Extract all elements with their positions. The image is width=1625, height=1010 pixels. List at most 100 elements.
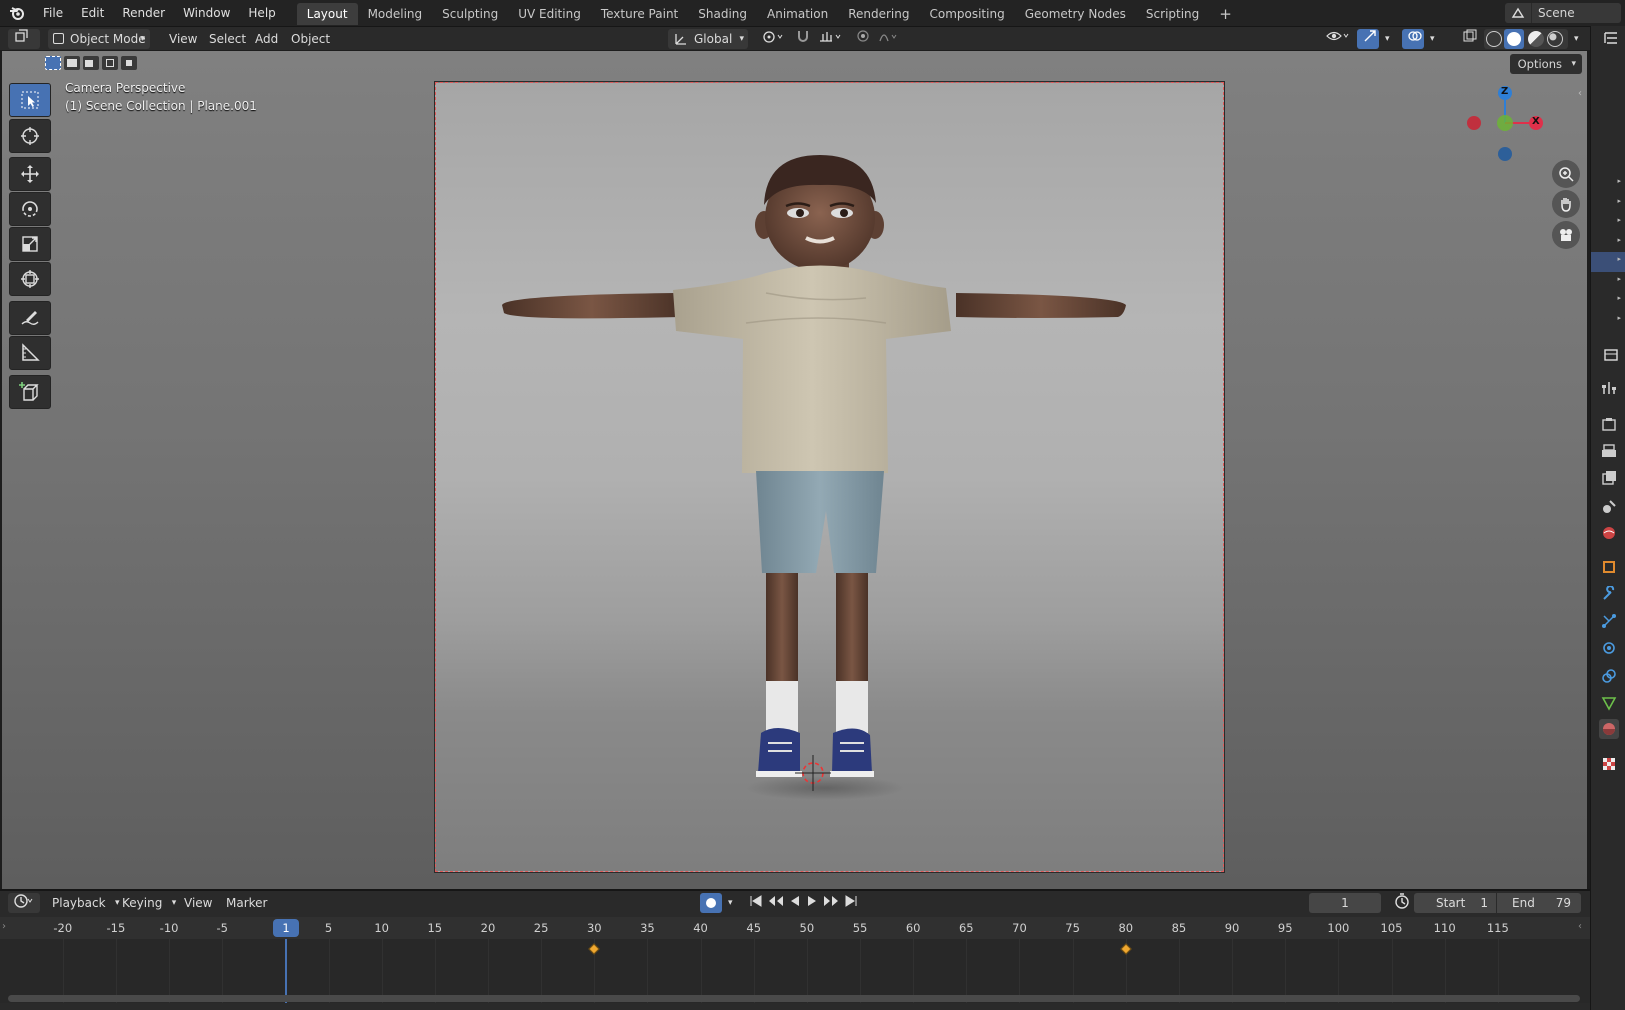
select-extend-icon[interactable]	[64, 56, 80, 70]
play-icon[interactable]	[806, 893, 818, 913]
scene-properties-icon[interactable]	[1599, 496, 1619, 516]
visibility-eye-icon[interactable]	[1320, 29, 1350, 49]
menu-add[interactable]: Add	[249, 29, 284, 49]
current-frame-field[interactable]: 1	[1309, 893, 1381, 913]
sidebar-toggle-icon[interactable]: ‹	[1578, 88, 1582, 99]
editor-type-icon[interactable]	[8, 29, 40, 49]
chevron-down-icon[interactable]: ▾	[1424, 29, 1438, 49]
tab-scripting[interactable]: Scripting	[1136, 3, 1209, 25]
pivot-point-icon[interactable]	[756, 29, 786, 49]
tab-sculpting[interactable]: Sculpting	[432, 3, 508, 25]
tab-compositing[interactable]: Compositing	[919, 3, 1014, 25]
keyframe-diamond[interactable]	[1120, 943, 1132, 955]
modifier-wrench-icon[interactable]	[1599, 584, 1619, 604]
annotate-tool[interactable]	[9, 301, 51, 335]
object-mode-dropdown[interactable]: Object Mode ▾	[48, 29, 150, 49]
snap-target-icon[interactable]	[812, 29, 846, 49]
chevron-down-icon[interactable]: ▾	[722, 893, 738, 913]
playhead-marker[interactable]: 1	[273, 919, 299, 937]
tab-geometry-nodes[interactable]: Geometry Nodes	[1015, 3, 1136, 25]
transform-tool[interactable]	[9, 262, 51, 296]
cursor-tool[interactable]	[9, 119, 51, 153]
outliner-editor-icon[interactable]	[1601, 28, 1621, 48]
view-layer-icon[interactable]	[1599, 468, 1619, 488]
tab-layout[interactable]: Layout	[296, 3, 358, 25]
chevron-down-icon[interactable]: ▾	[1568, 29, 1582, 49]
tab-animation[interactable]: Animation	[757, 3, 838, 25]
falloff-curve-icon[interactable]	[872, 29, 902, 49]
navigation-gizmo[interactable]: Z X	[1454, 81, 1554, 171]
select-invert-icon[interactable]	[102, 56, 118, 70]
wireframe-shading-icon[interactable]	[1486, 31, 1502, 47]
timeline-track-area[interactable]	[0, 939, 1590, 1003]
play-reverse-icon[interactable]	[789, 893, 801, 913]
menu-edit[interactable]: Edit	[72, 0, 113, 26]
tab-uv-editing[interactable]: UV Editing	[508, 3, 591, 25]
3d-viewport[interactable]: Options ▾ Camera Perspective (1) Scene C…	[2, 51, 1587, 889]
add-cube-tool[interactable]	[9, 375, 51, 409]
timeline-menu-view[interactable]: View	[178, 893, 218, 913]
playback-menu[interactable]: Playback ▾	[46, 893, 124, 913]
menu-file[interactable]: File	[34, 0, 72, 26]
particles-icon[interactable]	[1599, 611, 1619, 631]
outliner-expand-arrows[interactable]: ▸ ▸ ▸ ▸ ▸ ▸ ▸ ▸	[1617, 172, 1621, 328]
menu-help[interactable]: Help	[239, 0, 284, 26]
add-workspace-button[interactable]: +	[1209, 3, 1242, 25]
object-data-icon[interactable]	[1599, 693, 1619, 713]
rendered-shading-icon[interactable]	[1547, 31, 1563, 47]
render-properties-icon[interactable]	[1599, 414, 1619, 434]
auto-keying-record-icon[interactable]	[700, 893, 722, 913]
zoom-icon[interactable]	[1552, 160, 1580, 188]
measure-tool[interactable]	[9, 336, 51, 370]
start-frame-field[interactable]: Start 1	[1414, 893, 1496, 913]
keyframe-diamond[interactable]	[588, 943, 600, 955]
menu-view[interactable]: View	[163, 29, 203, 49]
move-tool[interactable]	[9, 157, 51, 191]
tool-settings-icon[interactable]	[1599, 378, 1619, 398]
constraints-icon[interactable]	[1599, 666, 1619, 686]
left-collapse-icon[interactable]: ›	[2, 921, 6, 932]
keying-menu[interactable]: Keying ▾	[116, 893, 180, 913]
transform-orientation-dropdown[interactable]: Global ▾	[668, 29, 748, 49]
snap-magnet-icon[interactable]	[790, 29, 812, 49]
gizmo-toggle-icon[interactable]	[1357, 29, 1379, 49]
tab-shading[interactable]: Shading	[688, 3, 757, 25]
blender-logo-icon[interactable]	[0, 0, 34, 26]
scene-selector-icon[interactable]	[1505, 3, 1531, 23]
scale-tool[interactable]	[9, 227, 51, 261]
proportional-edit-icon[interactable]	[850, 29, 872, 49]
material-shading-icon[interactable]	[1528, 31, 1544, 47]
rotate-tool[interactable]	[9, 192, 51, 226]
right-collapse-icon[interactable]: ‹	[1578, 921, 1582, 932]
options-dropdown[interactable]: Options ▾	[1509, 54, 1582, 74]
object-properties-icon[interactable]	[1599, 557, 1619, 577]
select-box-tool[interactable]	[9, 83, 51, 117]
pan-hand-icon[interactable]	[1552, 190, 1580, 218]
texture-properties-icon[interactable]	[1599, 754, 1619, 774]
properties-editor-icon[interactable]	[1601, 345, 1621, 365]
timeline-scrollbar[interactable]	[8, 995, 1580, 1002]
menu-window[interactable]: Window	[174, 0, 239, 26]
select-subtract-icon[interactable]	[83, 56, 99, 70]
jump-start-icon[interactable]	[749, 893, 763, 913]
select-intersect-icon[interactable]	[121, 56, 137, 70]
timeline-menu-marker[interactable]: Marker	[220, 893, 273, 913]
prev-keyframe-icon[interactable]	[768, 893, 784, 913]
solid-shading-icon[interactable]	[1504, 29, 1524, 49]
menu-render[interactable]: Render	[113, 0, 174, 26]
preview-range-clock-icon[interactable]	[1388, 893, 1410, 913]
menu-object[interactable]: Object	[285, 29, 336, 49]
menu-select[interactable]: Select	[203, 29, 252, 49]
timeline-ruler[interactable]: -20 -15 -10 -5 5 10 15 20 25 30 35 40 45 50 55 60 65 70 75…	[0, 917, 1590, 939]
chevron-down-icon[interactable]: ▾	[1379, 29, 1393, 49]
physics-icon[interactable]	[1599, 638, 1619, 658]
jump-end-icon[interactable]	[844, 893, 858, 913]
tab-modeling[interactable]: Modeling	[358, 3, 433, 25]
tab-rendering[interactable]: Rendering	[838, 3, 919, 25]
world-properties-icon[interactable]	[1599, 523, 1619, 543]
material-properties-icon[interactable]	[1599, 719, 1619, 739]
end-frame-field[interactable]: End 79	[1497, 893, 1581, 913]
output-properties-icon[interactable]	[1599, 441, 1619, 461]
overlays-toggle-icon[interactable]	[1402, 29, 1424, 49]
scene-name[interactable]: Scene	[1531, 3, 1621, 23]
